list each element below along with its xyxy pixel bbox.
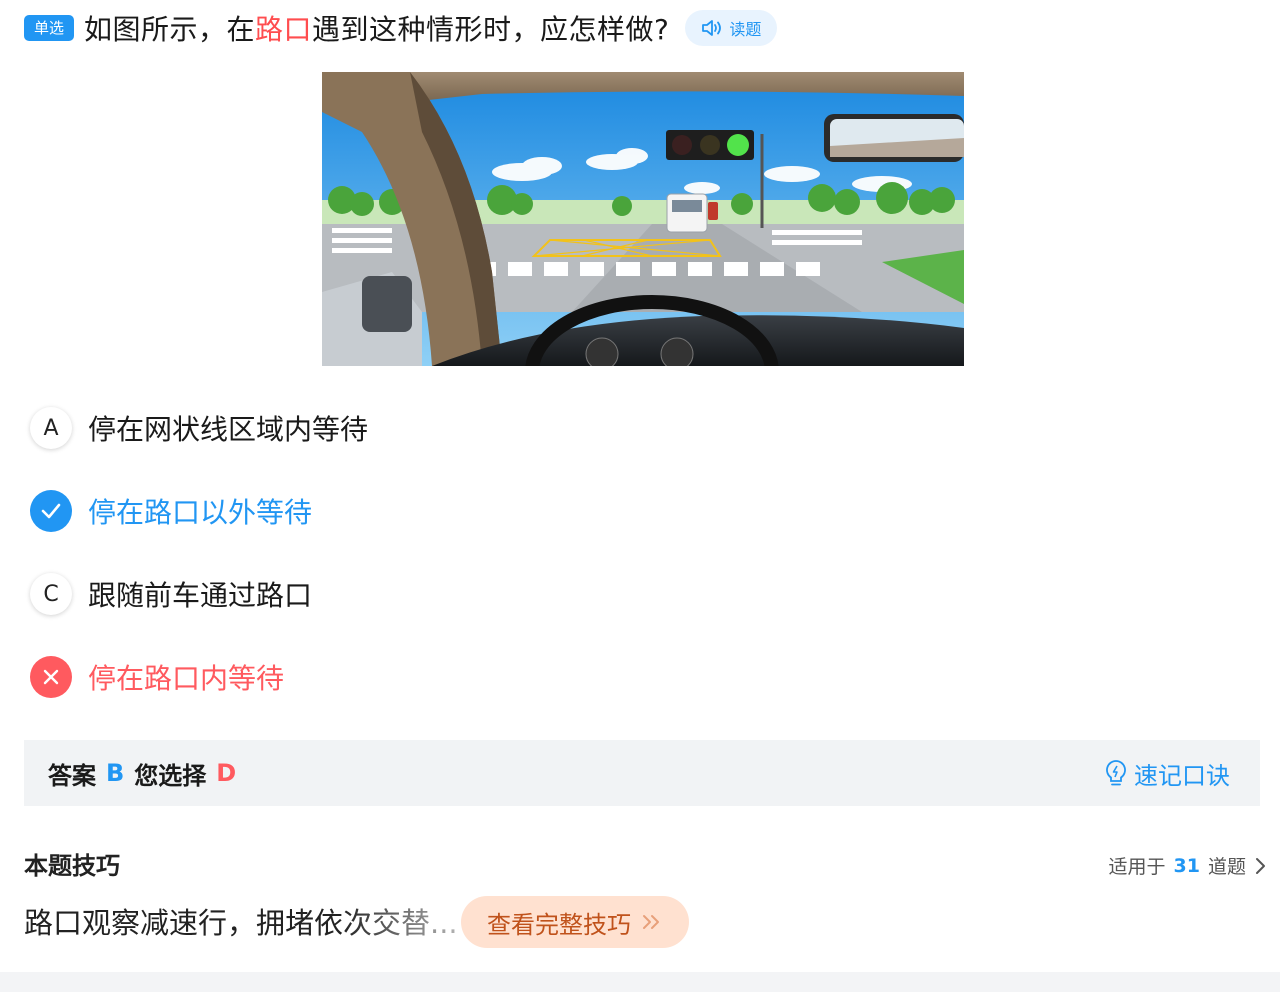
option-c[interactable]: C 跟随前车通过路口	[30, 570, 312, 618]
read-question-button[interactable]: 读题	[685, 10, 778, 46]
question-header: 单选 如图所示，在路口遇到这种情形时，应怎样做? 读题	[24, 8, 778, 48]
applies-link[interactable]: 适用于 31 道题	[1109, 852, 1266, 879]
applies-suffix: 道题	[1207, 856, 1246, 878]
option-c-marker: C	[30, 573, 72, 615]
question-text-after: 遇到这种情形时，应怎样做?	[312, 13, 670, 46]
mnemonic-button[interactable]: 速记口诀	[1104, 756, 1230, 791]
applies-count: 31	[1173, 854, 1200, 877]
question-page: 单选 如图所示，在路口遇到这种情形时，应怎样做? 读题 A 停在网状线区域内等待…	[0, 0, 1280, 992]
chosen-answer: D	[216, 759, 237, 787]
lightbulb-icon	[1106, 760, 1126, 786]
applies-prefix: 适用于	[1108, 856, 1166, 878]
answer-bar: 答案 B 您选择 D 速记口诀	[24, 740, 1260, 806]
option-d[interactable]: 停在路口内等待	[30, 653, 284, 701]
option-a-marker: A	[30, 407, 72, 449]
question-text: 如图所示，在路口遇到这种情形时，应怎样做?	[84, 8, 669, 48]
correct-check-icon	[30, 490, 72, 532]
option-d-text: 停在路口内等待	[88, 662, 285, 695]
option-a[interactable]: A 停在网状线区域内等待	[30, 404, 368, 452]
double-chevron-right-icon	[643, 915, 659, 929]
correct-answer: B	[106, 759, 125, 787]
option-b-text: 停在路口以外等待	[88, 496, 313, 529]
question-text-before: 如图所示，在	[84, 13, 256, 46]
question-illustration	[322, 72, 964, 366]
option-c-text: 跟随前车通过路口	[88, 579, 313, 612]
answer-label: 答案	[48, 761, 96, 790]
bottom-divider	[0, 972, 1280, 992]
mnemonic-label: 速记口诀	[1134, 761, 1230, 790]
tip-text: 路口观察减速行，拥堵依次交替...	[24, 900, 464, 942]
speaker-icon	[702, 20, 722, 36]
view-full-tip-label: 查看完整技巧	[487, 910, 631, 939]
option-a-text: 停在网状线区域内等待	[88, 413, 369, 446]
chevron-right-icon	[1256, 857, 1265, 874]
answer-summary: 答案 B 您选择 D	[48, 756, 236, 791]
question-text-highlight: 路口	[255, 13, 313, 46]
wrong-x-icon	[30, 656, 72, 698]
chosen-label: 您选择	[134, 761, 207, 790]
view-full-tip-button[interactable]: 查看完整技巧	[461, 896, 689, 948]
question-type-badge: 单选	[24, 15, 75, 41]
tip-title: 本题技巧	[24, 852, 120, 880]
option-b[interactable]: 停在路口以外等待	[30, 487, 312, 535]
read-question-label: 读题	[729, 20, 762, 39]
